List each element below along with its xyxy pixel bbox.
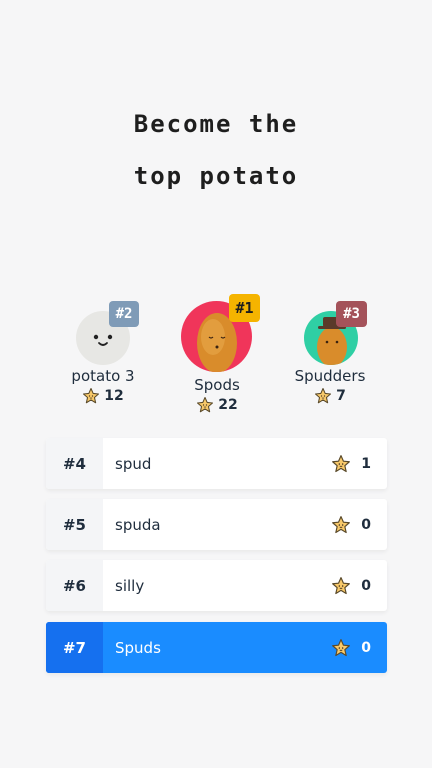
- star-icon: [332, 576, 351, 594]
- title-line-2: top potato: [133, 162, 299, 190]
- row-score: 0: [331, 515, 387, 535]
- row-player-name: spuda: [115, 515, 161, 534]
- leaderboard-row[interactable]: #6 silly 0: [46, 560, 387, 611]
- score-value: 12: [104, 388, 124, 404]
- player-name-third: Spudders: [294, 367, 366, 385]
- score-value: 0: [361, 516, 371, 533]
- row-rank: #5: [46, 499, 103, 550]
- star-icon: [332, 638, 351, 656]
- title-line-1: Become the: [133, 110, 299, 138]
- player-score-third: 7: [270, 387, 390, 405]
- row-score: 0: [331, 638, 387, 658]
- leaderboard-row[interactable]: #5 spuda 0: [46, 499, 387, 550]
- row-score: 1: [331, 454, 387, 474]
- row-rank: #7: [46, 622, 103, 673]
- star-icon: [332, 454, 351, 472]
- star-icon: [83, 387, 100, 404]
- score-value: 7: [336, 388, 346, 404]
- player-score-first: 22: [157, 396, 277, 414]
- score-value: 22: [218, 397, 238, 413]
- row-player-name: spud: [115, 454, 152, 473]
- star-icon: [332, 515, 351, 533]
- score-value: 1: [361, 455, 371, 472]
- score-value: 0: [361, 639, 371, 656]
- player-score-second: 12: [43, 387, 163, 405]
- star-icon: [197, 396, 214, 413]
- score-value: 0: [361, 577, 371, 594]
- row-rank: #6: [46, 560, 103, 611]
- row-score: 0: [331, 576, 387, 596]
- rank-badge-second: #2: [109, 301, 139, 327]
- leaderboard-row[interactable]: #4 spud 1: [46, 438, 387, 489]
- star-icon: [315, 387, 332, 404]
- rank-badge-first: #1: [229, 294, 260, 322]
- rank-badge-third: #3: [336, 301, 367, 327]
- row-rank: #4: [46, 438, 103, 489]
- leaderboard-row-current-user[interactable]: #7 Spuds 0: [46, 622, 387, 673]
- row-player-name: Spuds: [115, 638, 161, 657]
- player-name-first: Spods: [194, 376, 240, 394]
- row-player-name: silly: [115, 576, 145, 595]
- player-name-second: potato 3: [71, 367, 135, 385]
